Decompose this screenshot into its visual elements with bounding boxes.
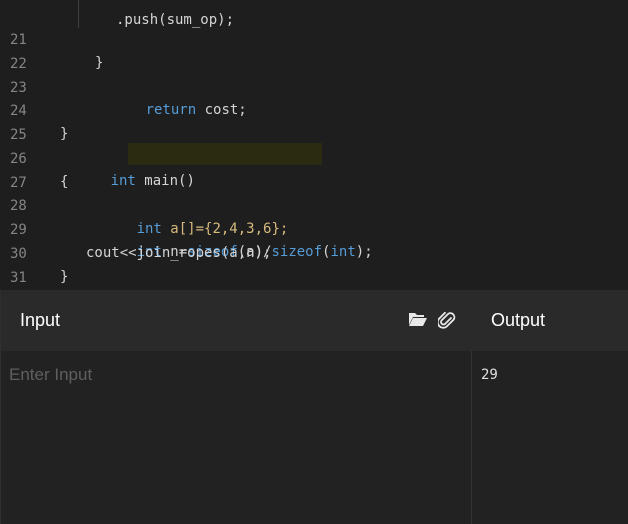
code-line-30: 30 } <box>0 220 628 285</box>
stdin-input[interactable] <box>0 351 470 524</box>
code-line-29: 29 cout<<join_ropes(a,n); <box>0 196 628 261</box>
panel-divider <box>471 351 472 524</box>
code-line-28: 28 int n=sizeof(a)/sizeof(int); <box>0 172 628 260</box>
code-line-22: 22 return cost; <box>0 30 628 118</box>
output-title: Output <box>491 310 546 330</box>
input-title: Input <box>20 310 61 330</box>
code-editor[interactable]: .push(sum_op); 21 } 22 return cost; 23 2… <box>0 0 628 290</box>
output-value: 29 <box>481 367 498 383</box>
code-line-21: 21 } <box>0 6 628 71</box>
panel-left-border <box>0 290 1 524</box>
line-number: 31 <box>10 270 27 286</box>
code-line-25: 25 int main() <box>0 101 628 189</box>
code-line-23: 23 <box>0 54 628 96</box>
folder-open-icon[interactable] <box>408 310 428 332</box>
paperclip-icon[interactable] <box>436 310 456 334</box>
code-line-31: 31 <box>0 244 628 286</box>
io-panel-header: Input Output <box>0 290 628 351</box>
io-panel-body: 29 <box>0 351 628 524</box>
code-line-24: 24 } <box>0 77 628 142</box>
code-line-27: 27 int a[]={2,4,3,6}; <box>0 149 628 237</box>
code-text: } <box>60 269 69 285</box>
